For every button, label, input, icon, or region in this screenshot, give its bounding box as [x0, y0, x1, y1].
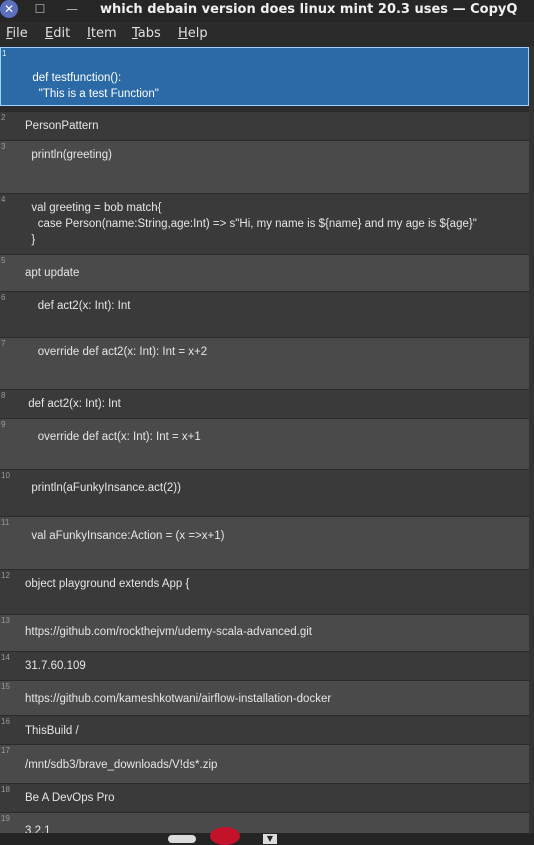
item-number: 11	[1, 518, 10, 527]
item-text: ThisBuild /	[25, 725, 79, 737]
item-number: 8	[1, 391, 6, 400]
clipboard-item[interactable]: 11 val aFunkyInsance:Action = (x =>x+1)	[0, 517, 529, 569]
clipboard-item[interactable]: 3 println(greeting)	[0, 141, 529, 193]
clipboard-item[interactable]: 8 def act2(x: Int): Int	[0, 390, 529, 418]
item-text: Be A DevOps Pro	[25, 792, 115, 804]
maximize-icon[interactable]: ☐	[32, 1, 48, 17]
item-number: 2	[1, 113, 6, 122]
item-number: 5	[1, 256, 6, 265]
item-number: 18	[1, 785, 10, 794]
clipboard-item[interactable]: 5 apt update	[0, 255, 529, 291]
clipboard-item[interactable]: 2 PersonPattern	[0, 112, 529, 140]
item-text: /mnt/sdb3/brave_downloads/V!ds*.zip	[25, 759, 218, 771]
item-text: def testfunction(): "This is a test Func…	[32, 72, 159, 100]
scrollbar[interactable]	[529, 46, 534, 833]
item-text: val aFunkyInsance:Action = (x =>x+1)	[25, 530, 225, 542]
clipboard-item[interactable]: 9 override def act(x: Int): Int = x+1	[0, 419, 529, 469]
menu-file[interactable]: File	[6, 26, 28, 41]
item-text: println(aFunkyInsance.act(2))	[25, 482, 181, 494]
clipboard-item[interactable]: 16 ThisBuild /	[0, 716, 529, 744]
menu-help-label: elp	[187, 26, 208, 41]
item-number: 9	[1, 420, 6, 429]
taskbar-app-icon[interactable]	[168, 835, 196, 843]
clipboard-item-selected[interactable]: 1 def testfunction(): "This is a test Fu…	[0, 47, 529, 106]
window-title: which debain version does linux mint 20.…	[100, 2, 518, 17]
item-text: def act2(x: Int): Int	[25, 398, 121, 410]
item-number: 13	[1, 616, 10, 625]
item-text: 3.2.1	[25, 825, 51, 833]
menu-tabs[interactable]: Tabs	[132, 26, 161, 41]
item-number: 12	[1, 571, 10, 580]
item-text: override def act2(x: Int): Int = x+2	[25, 346, 208, 358]
item-text: def act2(x: Int): Int	[25, 300, 131, 312]
clipboard-item-list[interactable]: 1 def testfunction(): "This is a test Fu…	[0, 46, 534, 833]
clipboard-item[interactable]: 19 3.2.1	[0, 813, 529, 833]
item-number: 1	[2, 49, 7, 58]
item-number: 6	[1, 293, 6, 302]
clipboard-item[interactable]: 17 /mnt/sdb3/brave_downloads/V!ds*.zip	[0, 745, 529, 783]
close-icon[interactable]: ✕	[0, 0, 18, 18]
clipboard-item[interactable]: 4 val greeting = bob match{ case Person(…	[0, 194, 529, 254]
menu-help-mnemonic: H	[178, 26, 188, 41]
clipboard-item[interactable]: 15 https://github.com/kameshkotwani/airf…	[0, 681, 529, 715]
clipboard-item[interactable]: 10 println(aFunkyInsance.act(2))	[0, 470, 529, 516]
clipboard-item[interactable]: 12 object playground extends App {	[0, 570, 529, 614]
item-text: val greeting = bob match{ case Person(na…	[31, 202, 477, 246]
item-number: 7	[1, 339, 6, 348]
item-text: override def act(x: Int): Int = x+1	[25, 431, 201, 443]
taskbar: ▼	[0, 827, 534, 845]
minimize-icon[interactable]: —	[64, 1, 80, 17]
item-number: 4	[1, 195, 6, 204]
chevron-down-icon[interactable]: ▼	[263, 834, 277, 844]
item-number: 14	[1, 653, 10, 662]
item-text: 31.7.60.109	[25, 660, 86, 672]
menu-edit-mnemonic: E	[45, 26, 54, 41]
menu-item[interactable]: Item	[87, 26, 117, 41]
item-text: println(greeting)	[25, 149, 112, 161]
menu-edit-label: dit	[53, 26, 71, 41]
item-text: PersonPattern	[25, 120, 99, 132]
item-text: object playground extends App {	[25, 578, 190, 590]
item-number: 19	[1, 814, 10, 823]
clipboard-item[interactable]: 7 override def act2(x: Int): Int = x+2	[0, 338, 529, 389]
menu-edit[interactable]: Edit	[45, 26, 70, 41]
menu-help[interactable]: Help	[178, 26, 208, 41]
item-number: 15	[1, 682, 10, 691]
clipboard-item[interactable]: 14 31.7.60.109	[0, 652, 529, 680]
menu-tabs-label: abs	[137, 26, 161, 41]
item-number: 16	[1, 717, 10, 726]
item-number: 17	[1, 746, 10, 755]
clipboard-item[interactable]: 6 def act2(x: Int): Int	[0, 292, 529, 337]
clipboard-item[interactable]: 18 Be A DevOps Pro	[0, 784, 529, 812]
item-text: https://github.com/rockthejvm/udemy-scal…	[25, 626, 312, 638]
item-number: 3	[1, 142, 6, 151]
menu-file-label: ile	[12, 26, 28, 41]
title-bar: ✕ ☐ — which debain version does linux mi…	[0, 0, 534, 22]
taskbar-record-icon[interactable]	[210, 827, 240, 845]
item-number: 10	[1, 471, 10, 480]
clipboard-item[interactable]: 13 https://github.com/rockthejvm/udemy-s…	[0, 615, 529, 651]
menu-item-label: tem	[90, 26, 117, 41]
item-text: https://github.com/kameshkotwani/airflow…	[25, 693, 332, 705]
menu-bar: File Edit Item Tabs Help	[0, 24, 534, 44]
item-text: apt update	[25, 267, 80, 279]
